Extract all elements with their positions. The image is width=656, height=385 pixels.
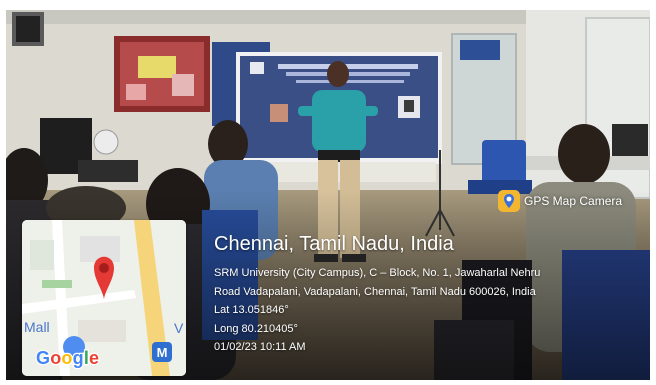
map-label-v: V [174,320,184,336]
metro-icon: M [152,342,172,362]
google-logo: Google [35,347,100,369]
gps-map-camera-badge: GPS Map Camera [498,190,622,212]
gps-badge-label: GPS Map Camera [524,194,623,208]
photo-frame: Mall V M Google GPS Map Camera Chennai, … [6,10,650,380]
latitude: Lat 13.051846° [214,304,289,316]
location-info: Chennai, Tamil Nadu, India SRM Universit… [214,232,540,357]
longitude: Long 80.210405° [214,322,298,335]
address-line-1: SRM University (City Campus), C – Block,… [214,267,541,279]
address-line-2: Road Vadapalani, Vadapalani, Chennai, Ta… [214,285,536,298]
place-name: Chennai, Tamil Nadu, India [214,233,454,255]
map-camera-icon [498,190,520,212]
datetime: 01/02/23 10:11 AM [214,341,306,353]
map-thumbnail[interactable]: Mall V M Google [22,220,186,376]
map-label-mall: Mall [24,319,50,335]
